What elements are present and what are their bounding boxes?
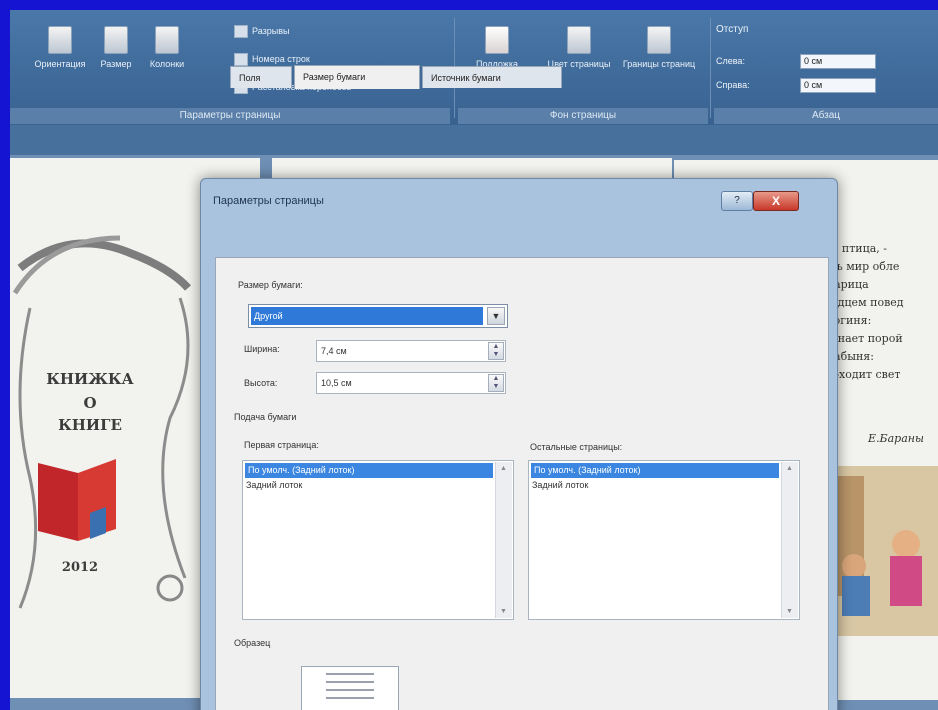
group-page-setup-label: Параметры страницы	[10, 108, 450, 124]
preview-label: Образец	[234, 638, 271, 648]
preview-line	[326, 689, 374, 691]
scroll-down-icon[interactable]: ▼	[499, 607, 508, 616]
height-spinner[interactable]: 10,5 см ▲ ▼	[316, 372, 506, 394]
watermark-button[interactable]: Подложка	[462, 26, 532, 70]
scroll-up-icon[interactable]: ▲	[785, 464, 794, 473]
paper-feed-label: Подача бумаги	[234, 412, 297, 422]
breaks-icon	[234, 25, 248, 39]
spinner-arrows-icon[interactable]: ▲ ▼	[488, 342, 504, 360]
preview-page	[301, 666, 399, 710]
scroll-down-icon[interactable]: ▼	[785, 607, 794, 616]
page-borders-button[interactable]: Границы страниц	[622, 26, 696, 70]
size-label: Размер	[100, 59, 132, 69]
size-button[interactable]: Размер	[94, 26, 138, 70]
orientation-button[interactable]: Ориентация	[30, 26, 90, 70]
indent-left-input[interactable]	[800, 54, 876, 69]
height-label: Высота:	[244, 378, 278, 388]
first-page-list[interactable]: По умолч. (Задний лоток) Задний лоток ▲ …	[242, 460, 514, 620]
ribbon-separator	[710, 18, 711, 118]
tab-margins[interactable]: Поля	[230, 66, 292, 88]
paper-size-select[interactable]: Другой ▼	[248, 304, 508, 328]
ruler-area	[10, 125, 938, 155]
book-icon	[38, 459, 116, 541]
orientation-label: Ориентация	[34, 59, 86, 69]
preview-line	[326, 681, 374, 683]
spinner-arrows-icon[interactable]: ▲ ▼	[488, 374, 504, 392]
breaks-button[interactable]: Разрывы	[234, 24, 290, 39]
page-borders-label: Границы страниц	[622, 59, 696, 69]
preview-line	[326, 697, 374, 699]
breaks-label: Разрывы	[252, 26, 290, 36]
dialog-title: Параметры страницы	[213, 195, 324, 207]
scroll-up-icon[interactable]: ▲	[499, 464, 508, 473]
paper-size-value: Другой	[251, 307, 483, 325]
page-borders-icon	[647, 26, 671, 54]
page-size-icon	[104, 26, 128, 54]
chevron-down-icon[interactable]: ▼	[487, 307, 505, 325]
indent-left-label: Слева:	[716, 56, 745, 66]
indent-title: Отступ	[716, 24, 749, 35]
list-item[interactable]: Задний лоток	[529, 478, 799, 493]
width-spinner[interactable]: 7,4 см ▲ ▼	[316, 340, 506, 362]
list-item[interactable]: Задний лоток	[243, 478, 513, 493]
columns-button[interactable]: Колонки	[140, 26, 194, 70]
height-value: 10,5 см	[321, 378, 352, 388]
group-paragraph-label: Абзац	[714, 108, 938, 124]
orientation-icon	[48, 26, 72, 54]
line-numbers-label: Номера строк	[252, 54, 310, 64]
preview-line	[326, 673, 374, 675]
width-value: 7,4 см	[321, 346, 347, 356]
columns-icon	[155, 26, 179, 54]
poem-author: Е.Бараны	[868, 432, 924, 445]
width-label: Ширина:	[244, 344, 280, 354]
cover-title-line3: КНИГЕ	[58, 416, 122, 434]
group-page-background-label: Фон страницы	[458, 108, 708, 124]
tab-paper-source[interactable]: Источник бумаги	[422, 66, 562, 88]
indent-right-label: Справа:	[716, 80, 750, 90]
other-pages-list[interactable]: По умолч. (Задний лоток) Задний лоток ▲ …	[528, 460, 800, 620]
tab-paper-size[interactable]: Размер бумаги	[294, 65, 420, 89]
watermark-icon	[485, 26, 509, 54]
list-item[interactable]: По умолч. (Задний лоток)	[245, 463, 493, 478]
other-pages-label: Остальные страницы:	[530, 442, 623, 452]
first-page-label: Первая страница:	[244, 440, 319, 450]
cover-title-line2: О	[83, 394, 97, 412]
line-numbers-button[interactable]: Номера строк	[234, 52, 310, 67]
columns-label: Колонки	[149, 59, 185, 69]
line-numbers-icon	[234, 53, 248, 67]
page-color-icon	[567, 26, 591, 54]
page-color-button[interactable]: Цвет страницы	[540, 26, 618, 70]
scrollbar[interactable]: ▲ ▼	[781, 462, 798, 618]
close-button[interactable]: X	[753, 191, 799, 211]
indent-right-input[interactable]	[800, 78, 876, 93]
cover-year: 2012	[61, 560, 99, 575]
cover-title-line1: КНИЖКА	[46, 370, 134, 388]
list-item[interactable]: По умолч. (Задний лоток)	[531, 463, 779, 478]
paper-size-label: Размер бумаги:	[238, 280, 303, 290]
screen: Ориентация Размер Колонки Разрывы Номера…	[10, 10, 938, 710]
scrollbar[interactable]: ▲ ▼	[495, 462, 512, 618]
help-button[interactable]: ?	[721, 191, 753, 211]
